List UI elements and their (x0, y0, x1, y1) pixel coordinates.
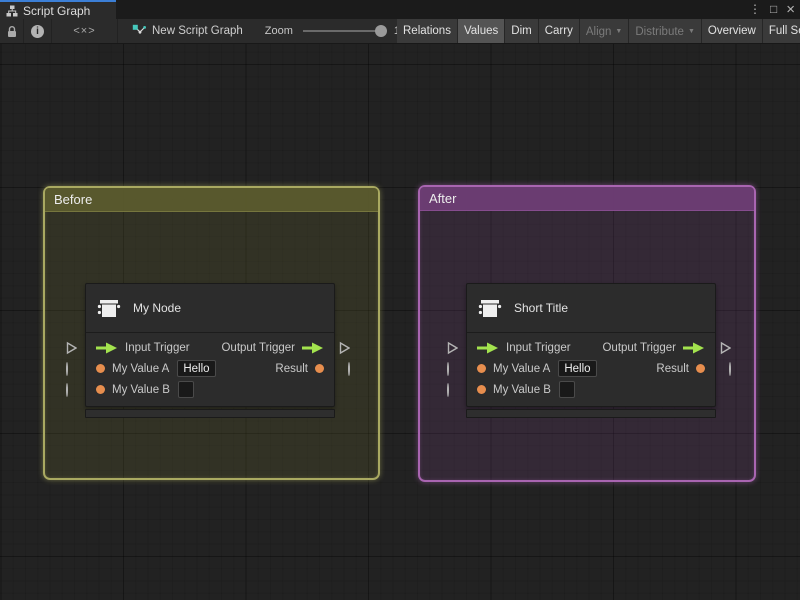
relations-button[interactable]: Relations (397, 19, 458, 43)
value-row-a: My Value A Hello Result (447, 358, 731, 379)
info-button[interactable]: i (24, 19, 52, 43)
carry-button[interactable]: Carry (538, 19, 580, 43)
view-buttons: Relations Values Dim Carry Align ▼ Distri… (397, 19, 800, 43)
group-after-header[interactable]: After (420, 187, 754, 211)
script-graph-window: Script Graph ⋮ □ × i <×> New Script Grap… (0, 0, 800, 600)
node-footer[interactable] (466, 409, 716, 418)
trigger-row: Input Trigger Output Trigger (447, 337, 731, 358)
graph-hierarchy-icon (6, 5, 18, 16)
maximize-icon[interactable]: □ (770, 0, 777, 19)
trigger-row: Input Trigger Output Trigger (66, 337, 350, 358)
value-row-a: My Value A Hello Result (66, 358, 350, 379)
value-port-icon[interactable] (315, 364, 324, 373)
node-header[interactable]: My Node (86, 284, 334, 332)
node-my-node[interactable]: My Node Input Trigger Output Trigger My … (66, 283, 350, 418)
output-trigger-outer-port[interactable] (339, 341, 350, 354)
value-row-b: My Value B (447, 379, 715, 400)
output-trigger-outer-port[interactable] (720, 341, 731, 354)
input-trigger-outer-port[interactable] (66, 341, 77, 354)
zoom-label: Zoom (264, 25, 293, 37)
values-button[interactable]: Values (457, 19, 506, 43)
value-port-icon[interactable] (696, 364, 705, 373)
window-controls: ⋮ □ × (749, 0, 795, 19)
node-title: Short Title (514, 301, 569, 315)
graph-asset[interactable]: New Script Graph (132, 24, 243, 38)
port-label: Result (275, 362, 308, 375)
port-label: Output Trigger (602, 341, 676, 354)
lock-icon (7, 25, 16, 37)
value-a-input[interactable]: Hello (558, 360, 597, 377)
port-rows: Input Trigger Output Trigger My Value A … (447, 333, 731, 406)
value-a-input[interactable]: Hello (177, 360, 216, 377)
port-label: Input Trigger (506, 341, 571, 354)
trigger-arrow-icon[interactable] (302, 342, 324, 354)
lock-button[interactable] (0, 19, 24, 43)
trigger-arrow-icon[interactable] (683, 342, 705, 354)
port-label: My Value B (112, 383, 170, 396)
trigger-arrow-icon[interactable] (477, 342, 499, 354)
graph-toolbar: i <×> New Script Graph Zoom 1x Relations… (0, 19, 800, 44)
script-graph-asset-icon (132, 24, 146, 34)
node-footer[interactable] (85, 409, 335, 418)
align-dropdown[interactable]: Align ▼ (579, 19, 630, 43)
chevron-down-icon: ▼ (687, 28, 695, 35)
value-port-icon[interactable] (477, 364, 486, 373)
chevron-down-icon: ▼ (615, 28, 623, 35)
port-label: Result (656, 362, 689, 375)
group-before[interactable]: Before My Node Input Trigger Output Trig… (43, 186, 380, 480)
input-trigger-outer-port[interactable] (447, 341, 458, 354)
value-port-icon[interactable] (96, 364, 105, 373)
tab-script-graph[interactable]: Script Graph (0, 0, 116, 19)
group-label: After (429, 191, 457, 206)
code-view-button[interactable]: <×> (52, 19, 118, 43)
unit-icon (97, 300, 121, 317)
title-bar: Script Graph ⋮ □ × (0, 0, 800, 19)
node-header[interactable]: Short Title (467, 284, 715, 332)
menu-kebab-icon[interactable]: ⋮ (749, 0, 761, 19)
tab-label: Script Graph (23, 3, 91, 18)
port-label: My Value A (493, 362, 551, 375)
unit-icon (478, 300, 502, 317)
value-b-input[interactable] (558, 381, 575, 398)
zoom-slider[interactable] (302, 25, 387, 37)
group-before-header[interactable]: Before (45, 188, 378, 212)
port-label: My Value B (493, 383, 551, 396)
port-label: Output Trigger (221, 341, 295, 354)
dim-button[interactable]: Dim (505, 19, 539, 43)
group-after[interactable]: After Short Title Input Trigger Output T… (418, 185, 756, 482)
value-row-b: My Value B (66, 379, 334, 400)
graph-asset-name: New Script Graph (152, 25, 243, 37)
value-port-icon[interactable] (96, 385, 105, 394)
zoom-slider-handle[interactable] (374, 25, 387, 37)
port-label: Input Trigger (125, 341, 190, 354)
trigger-arrow-icon[interactable] (96, 342, 118, 354)
value-port-icon[interactable] (477, 385, 486, 394)
port-label: My Value A (112, 362, 170, 375)
full-screen-button[interactable]: Full Screen (762, 19, 800, 43)
zoom-control: Zoom 1x (265, 25, 406, 37)
port-rows: Input Trigger Output Trigger My Value A … (66, 333, 350, 406)
group-label: Before (54, 192, 93, 207)
code-icon: <×> (73, 25, 96, 37)
distribute-dropdown[interactable]: Distribute ▼ (629, 19, 702, 43)
node-body[interactable]: My Node Input Trigger Output Trigger My … (66, 283, 350, 407)
overview-button[interactable]: Overview (701, 19, 763, 43)
close-icon[interactable]: × (786, 0, 795, 19)
node-body[interactable]: Short Title Input Trigger Output Trigger (447, 283, 731, 407)
node-title: My Node (133, 301, 182, 315)
graph-canvas[interactable]: Before My Node Input Trigger Output Trig… (0, 44, 800, 600)
info-icon: i (31, 24, 44, 38)
node-short-title[interactable]: Short Title Input Trigger Output Trigger (447, 283, 731, 418)
value-b-input[interactable] (177, 381, 194, 398)
